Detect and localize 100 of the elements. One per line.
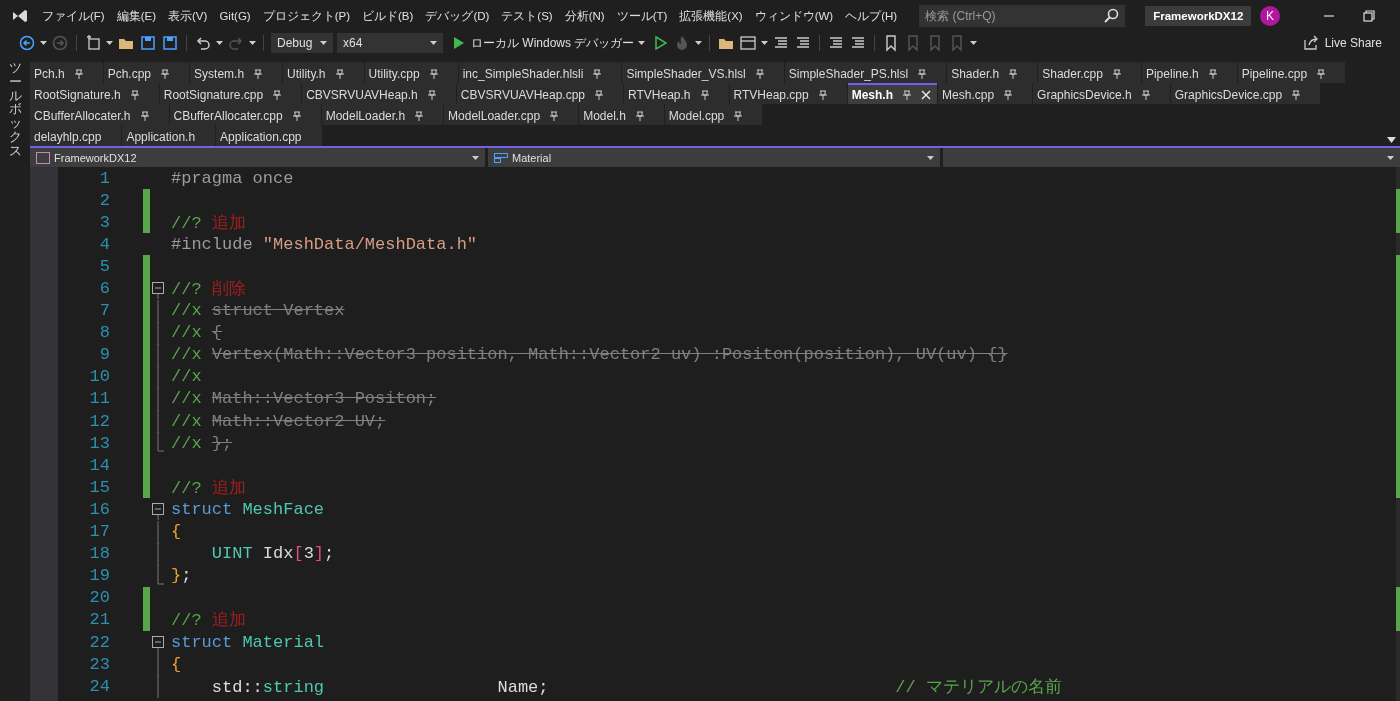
- menu-item[interactable]: Git(G): [213, 4, 257, 28]
- file-tab[interactable]: Pch.h: [30, 62, 103, 83]
- file-tab[interactable]: Pch.cpp: [103, 62, 190, 83]
- pin-icon[interactable]: [130, 89, 139, 100]
- file-tab[interactable]: CBVSRVUAVHeap.h: [302, 83, 456, 104]
- run-button[interactable]: ローカル Windows デバッガー: [447, 34, 648, 52]
- menu-item[interactable]: ヘルプ(H): [839, 4, 904, 28]
- caret-icon[interactable]: [970, 40, 978, 46]
- file-tab[interactable]: delayhlp.cpp: [30, 125, 122, 146]
- pin-icon[interactable]: [1141, 89, 1150, 100]
- caret-icon[interactable]: [761, 40, 769, 46]
- file-tab[interactable]: CBVSRVUAVHeap.cpp: [456, 83, 624, 104]
- caret-icon[interactable]: [320, 40, 327, 46]
- menu-item[interactable]: 分析(N): [558, 4, 611, 28]
- pin-icon[interactable]: [74, 68, 83, 79]
- file-tab[interactable]: RootSignature.h: [30, 83, 159, 104]
- collapse-toggle[interactable]: [152, 282, 165, 300]
- restore-icon[interactable]: [1360, 7, 1378, 25]
- file-tab[interactable]: Utility.h: [283, 62, 364, 83]
- file-tab[interactable]: Shader.h: [947, 62, 1038, 83]
- menu-item[interactable]: 拡張機能(X): [673, 4, 749, 28]
- pin-icon[interactable]: [918, 68, 927, 79]
- pin-icon[interactable]: [595, 89, 604, 100]
- file-tab[interactable]: System.h: [190, 62, 283, 83]
- file-tab[interactable]: GraphicsDevice.h: [1033, 83, 1170, 104]
- file-tab[interactable]: Mesh.h: [847, 83, 938, 104]
- pin-icon[interactable]: [903, 89, 912, 100]
- live-share-button[interactable]: Live Share: [1295, 33, 1388, 53]
- pin-icon[interactable]: [161, 68, 170, 79]
- search-field[interactable]: 検索 (Ctrl+Q): [919, 5, 1126, 27]
- menu-item[interactable]: 編集(E): [110, 4, 163, 28]
- file-tab[interactable]: CBufferAllocater.h: [30, 104, 169, 125]
- platform-dropdown[interactable]: x64: [337, 33, 443, 53]
- save-icon[interactable]: [139, 34, 157, 52]
- file-tab[interactable]: Model.cpp: [664, 104, 763, 125]
- caret-icon[interactable]: [106, 40, 113, 46]
- menu-item[interactable]: ツール(T): [610, 4, 674, 28]
- collapse-toggle[interactable]: [152, 503, 165, 521]
- pin-icon[interactable]: [415, 110, 424, 121]
- file-tab[interactable]: Pipeline.cpp: [1237, 62, 1346, 83]
- file-tab[interactable]: RootSignature.cpp: [159, 83, 302, 104]
- file-tab[interactable]: Model.h: [579, 104, 664, 125]
- pin-icon[interactable]: [1009, 68, 1018, 79]
- collapse-toggle[interactable]: [152, 635, 165, 653]
- pin-icon[interactable]: [1317, 68, 1326, 79]
- file-tab[interactable]: ModelLoader.h: [321, 104, 444, 125]
- file-tab[interactable]: inc_SimpleShader.hlsli: [458, 62, 622, 83]
- caret-icon[interactable]: [1387, 154, 1394, 161]
- file-tab[interactable]: SimpleShader_PS.hlsl: [784, 62, 947, 83]
- menu-item[interactable]: プロジェクト(P): [256, 4, 357, 28]
- caret-icon[interactable]: [40, 40, 47, 46]
- window-icon[interactable]: [739, 34, 758, 52]
- configuration-dropdown[interactable]: Debug: [271, 33, 333, 53]
- file-tab[interactable]: Utility.cpp: [364, 62, 458, 83]
- file-tab[interactable]: Shader.cpp: [1038, 62, 1141, 83]
- pin-icon[interactable]: [427, 89, 436, 100]
- pin-icon[interactable]: [292, 110, 301, 121]
- toolbox-tab[interactable]: ツールボックス: [8, 62, 22, 159]
- caret-icon[interactable]: [695, 40, 703, 46]
- menu-item[interactable]: テスト(S): [495, 4, 559, 28]
- file-tab[interactable]: Application.h: [122, 125, 216, 146]
- caret-icon[interactable]: [927, 154, 934, 161]
- file-tab[interactable]: ModelLoader.cpp: [444, 104, 579, 125]
- undo-icon[interactable]: [194, 34, 212, 52]
- pin-icon[interactable]: [1004, 89, 1013, 100]
- new-item-icon[interactable]: [84, 34, 102, 52]
- pin-icon[interactable]: [429, 68, 438, 79]
- pin-icon[interactable]: [734, 110, 743, 121]
- file-tab[interactable]: Pipeline.h: [1141, 62, 1237, 83]
- file-tab[interactable]: GraphicsDevice.cpp: [1170, 83, 1321, 104]
- share-icon[interactable]: [1301, 34, 1320, 52]
- file-tab[interactable]: RTVHeap.h: [624, 83, 729, 104]
- pin-icon[interactable]: [335, 68, 344, 79]
- account-avatar[interactable]: K: [1260, 6, 1280, 26]
- project-dropdown[interactable]: FrameworkDX12: [30, 148, 485, 167]
- file-tab[interactable]: RTVHeap.cpp: [729, 83, 847, 104]
- pin-icon[interactable]: [1292, 89, 1301, 100]
- overflow-icon[interactable]: [1387, 137, 1396, 143]
- menu-item[interactable]: ウィンドウ(W): [748, 4, 840, 28]
- pin-icon[interactable]: [140, 110, 149, 121]
- pin-icon[interactable]: [700, 89, 709, 100]
- file-tab[interactable]: SimpleShader_VS.hlsl: [622, 62, 784, 83]
- caret-icon[interactable]: [472, 154, 479, 161]
- caret-icon[interactable]: [430, 40, 437, 46]
- menu-item[interactable]: 表示(V): [162, 4, 214, 28]
- menu-item[interactable]: デバッグ(D): [419, 4, 496, 28]
- back-icon[interactable]: [18, 34, 36, 52]
- pin-icon[interactable]: [635, 110, 644, 121]
- pin-icon[interactable]: [550, 110, 559, 121]
- file-tab[interactable]: CBufferAllocater.cpp: [169, 104, 321, 125]
- file-tab[interactable]: Mesh.cpp: [938, 83, 1033, 104]
- close-icon[interactable]: [921, 89, 932, 100]
- pin-icon[interactable]: [593, 68, 602, 79]
- scroll-bar[interactable]: [1396, 167, 1400, 701]
- caret-icon[interactable]: [249, 40, 256, 46]
- pin-icon[interactable]: [818, 89, 827, 100]
- pin-icon[interactable]: [755, 68, 764, 79]
- pin-icon[interactable]: [273, 89, 282, 100]
- file-tab[interactable]: Application.cpp: [216, 125, 322, 146]
- menu-item[interactable]: ビルド(B): [356, 4, 420, 28]
